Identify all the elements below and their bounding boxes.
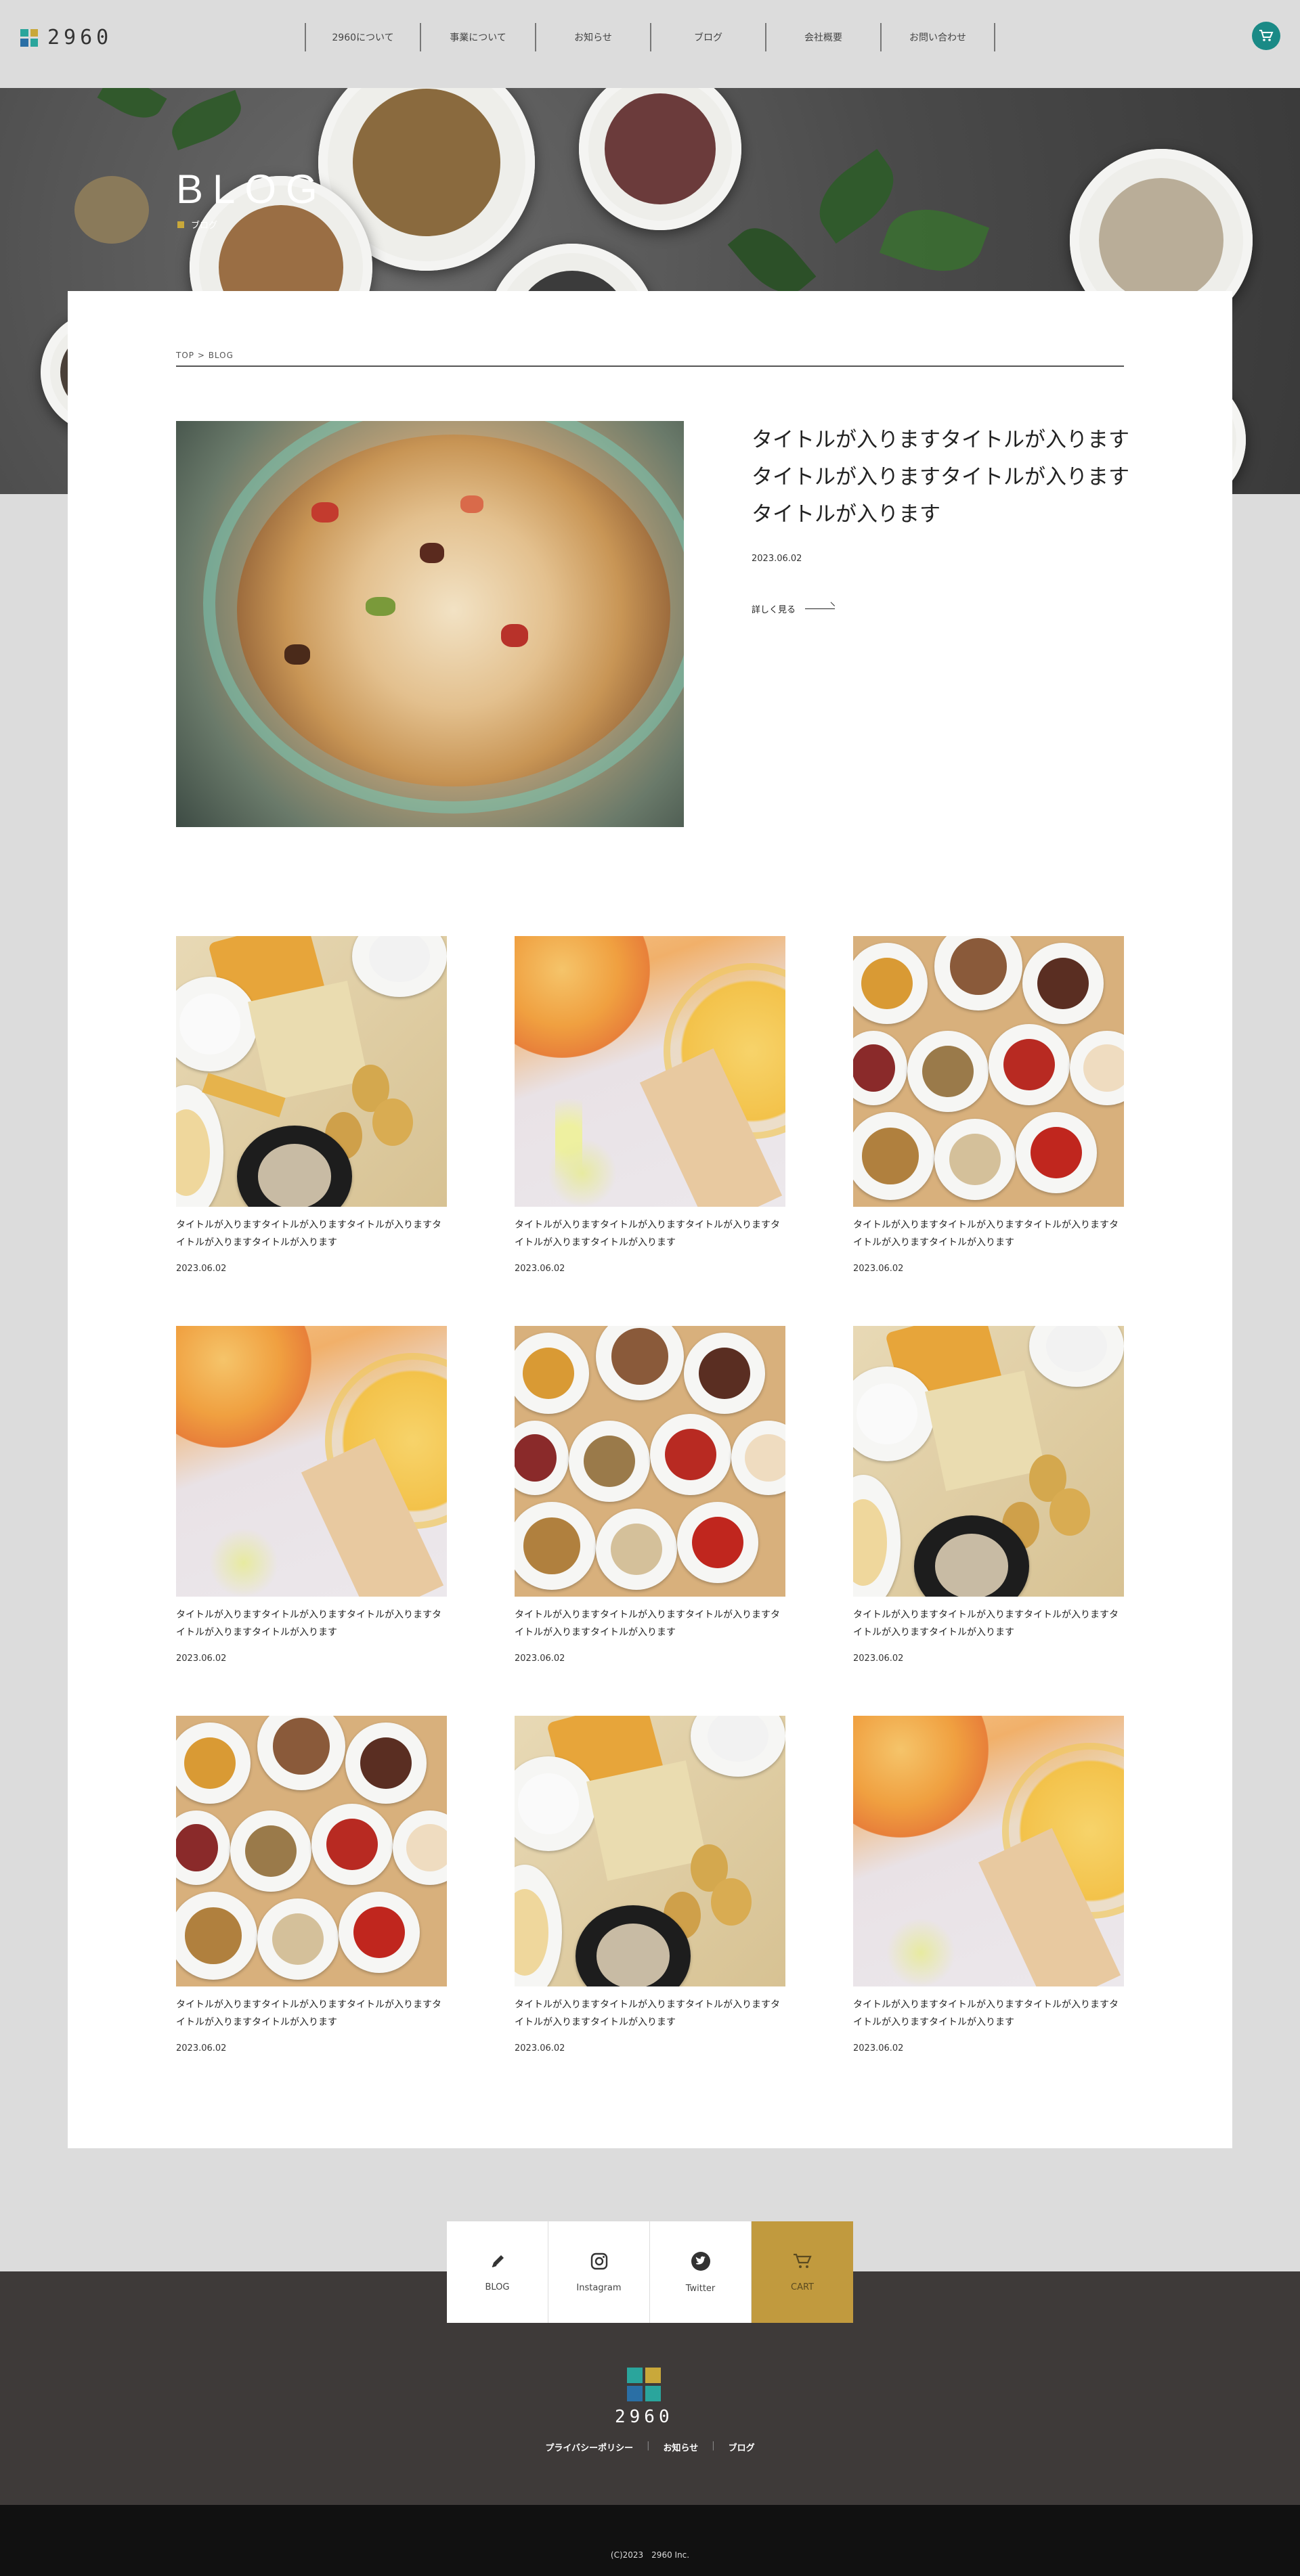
post-date: 2023.06.02 — [515, 2043, 565, 2053]
cart-icon — [1259, 30, 1274, 41]
footer-tab-blog[interactable]: BLOG — [447, 2221, 548, 2323]
nav-item-business[interactable]: 事業について — [420, 23, 535, 51]
footer-link-news[interactable]: お知らせ — [663, 2441, 698, 2453]
breadcrumb[interactable]: TOP > BLOG — [176, 351, 234, 360]
nav-item-news[interactable]: お知らせ — [535, 23, 650, 51]
logo-text: 2960 — [47, 26, 113, 49]
header-cart-button[interactable] — [1252, 22, 1280, 50]
main-content: TOP > BLOG タイトルが入りますタイトルが入りますタイトルが入りますタイ… — [68, 291, 1232, 2148]
footer-tab-label: Instagram — [576, 2282, 622, 2293]
post-date: 2023.06.02 — [176, 1653, 227, 1664]
footer-tab-twitter[interactable]: Twitter — [650, 2221, 752, 2323]
post-title[interactable]: タイトルが入りますタイトルが入りますタイトルが入りますタイトルが入りますタイトル… — [515, 1216, 785, 1251]
square-bullet-icon — [177, 221, 184, 228]
post-title[interactable]: タイトルが入りますタイトルが入りますタイトルが入りますタイトルが入りますタイトル… — [853, 1606, 1124, 1641]
post-thumbnail[interactable] — [176, 1716, 447, 1986]
footer-link-blog[interactable]: ブログ — [729, 2441, 755, 2453]
featured-post-date: 2023.06.02 — [752, 554, 802, 564]
footer-quick-links: BLOG Instagram Twitter CART — [447, 2221, 853, 2323]
post-card[interactable]: タイトルが入りますタイトルが入りますタイトルが入りますタイトルが入りますタイトル… — [853, 1716, 1124, 2053]
hero-subtitle: ブログ — [177, 218, 217, 231]
footer-link-privacy[interactable]: プライバシーポリシー — [545, 2441, 633, 2453]
post-thumbnail[interactable] — [853, 1326, 1124, 1597]
post-title[interactable]: タイトルが入りますタイトルが入りますタイトルが入りますタイトルが入りますタイトル… — [515, 1606, 785, 1641]
footer-logo[interactable]: 2960 — [615, 2368, 674, 2427]
cart-icon — [794, 2253, 812, 2268]
logo-mark-icon — [20, 28, 38, 47]
hero-title: BLOG — [176, 166, 327, 212]
pencil-icon — [492, 2255, 504, 2267]
post-title[interactable]: タイトルが入りますタイトルが入りますタイトルが入りますタイトルが入りますタイトル… — [853, 1996, 1124, 2031]
footer-logo-text: 2960 — [615, 2407, 674, 2427]
copyright-bar — [0, 2505, 1300, 2576]
main-nav: 2960について 事業について お知らせ ブログ 会社概要 お問い合わせ — [305, 23, 995, 51]
post-card[interactable]: タイトルが入りますタイトルが入りますタイトルが入りますタイトルが入りますタイトル… — [853, 1326, 1124, 1664]
post-thumbnail[interactable] — [515, 1716, 785, 1986]
post-thumbnail[interactable] — [853, 1716, 1124, 1986]
post-title[interactable]: タイトルが入りますタイトルが入りますタイトルが入りますタイトルが入りますタイトル… — [176, 1996, 447, 2031]
nav-item-contact[interactable]: お問い合わせ — [880, 23, 995, 51]
post-title[interactable]: タイトルが入りますタイトルが入りますタイトルが入りますタイトルが入りますタイトル… — [853, 1216, 1124, 1251]
nav-item-blog[interactable]: ブログ — [650, 23, 765, 51]
post-card[interactable]: タイトルが入りますタイトルが入りますタイトルが入りますタイトルが入りますタイトル… — [176, 1716, 447, 2053]
post-card[interactable]: タイトルが入りますタイトルが入りますタイトルが入りますタイトルが入りますタイトル… — [176, 1326, 447, 1664]
instagram-icon — [590, 2252, 607, 2269]
footer-tab-cart[interactable]: CART — [752, 2221, 853, 2323]
post-title[interactable]: タイトルが入りますタイトルが入りますタイトルが入りますタイトルが入りますタイトル… — [176, 1606, 447, 1641]
footer-link-separator: | — [647, 2441, 650, 2451]
footer-links: プライバシーポリシー | お知らせ | ブログ — [0, 2441, 1300, 2453]
nav-item-about[interactable]: 2960について — [305, 23, 420, 51]
post-thumbnail[interactable] — [853, 936, 1124, 1207]
footer-tab-instagram[interactable]: Instagram — [548, 2221, 650, 2323]
read-more-label: 詳しく見る — [752, 605, 796, 615]
post-date: 2023.06.02 — [176, 2043, 227, 2053]
post-date: 2023.06.02 — [515, 1653, 565, 1664]
post-date: 2023.06.02 — [853, 1653, 904, 1664]
featured-post-image[interactable] — [176, 421, 684, 827]
post-date: 2023.06.02 — [853, 2043, 904, 2053]
post-card[interactable]: タイトルが入りますタイトルが入りますタイトルが入りますタイトルが入りますタイトル… — [515, 1716, 785, 2053]
post-title[interactable]: タイトルが入りますタイトルが入りますタイトルが入りますタイトルが入りますタイトル… — [176, 1216, 447, 1251]
post-title[interactable]: タイトルが入りますタイトルが入りますタイトルが入りますタイトルが入りますタイトル… — [515, 1996, 785, 2031]
breadcrumb-divider — [176, 365, 1124, 367]
logo-mark-icon — [627, 2368, 662, 2401]
twitter-icon — [691, 2251, 710, 2271]
site-logo[interactable]: 2960 — [20, 26, 112, 49]
footer-tab-label: Twitter — [685, 2283, 716, 2294]
read-more-link[interactable]: 詳しく見る — [752, 602, 836, 615]
featured-post-title[interactable]: タイトルが入りますタイトルが入りますタイトルが入りますタイトルが入りますタイトル… — [752, 421, 1131, 533]
post-thumbnail[interactable] — [176, 936, 447, 1207]
arrow-right-icon — [805, 608, 836, 609]
post-card[interactable]: タイトルが入りますタイトルが入りますタイトルが入りますタイトルが入りますタイトル… — [515, 936, 785, 1274]
site-header: 2960 2960について 事業について お知らせ ブログ 会社概要 お問い合わ… — [0, 0, 1300, 88]
post-thumbnail[interactable] — [176, 1326, 447, 1597]
copyright-text: (C)2023 2960 Inc. — [610, 2550, 690, 2560]
post-thumbnail[interactable] — [515, 936, 785, 1207]
post-card[interactable]: タイトルが入りますタイトルが入りますタイトルが入りますタイトルが入りますタイトル… — [176, 936, 447, 1274]
footer-tab-label: BLOG — [485, 2282, 510, 2292]
footer-link-separator: | — [712, 2441, 715, 2451]
post-card[interactable]: タイトルが入りますタイトルが入りますタイトルが入りますタイトルが入りますタイトル… — [853, 936, 1124, 1274]
post-thumbnail[interactable] — [515, 1326, 785, 1597]
post-date: 2023.06.02 — [515, 1264, 565, 1274]
post-date: 2023.06.02 — [853, 1264, 904, 1274]
nav-item-company[interactable]: 会社概要 — [765, 23, 880, 51]
post-card[interactable]: タイトルが入りますタイトルが入りますタイトルが入りますタイトルが入りますタイトル… — [515, 1326, 785, 1664]
post-date: 2023.06.02 — [176, 1264, 227, 1274]
footer-tab-label: CART — [791, 2282, 814, 2292]
